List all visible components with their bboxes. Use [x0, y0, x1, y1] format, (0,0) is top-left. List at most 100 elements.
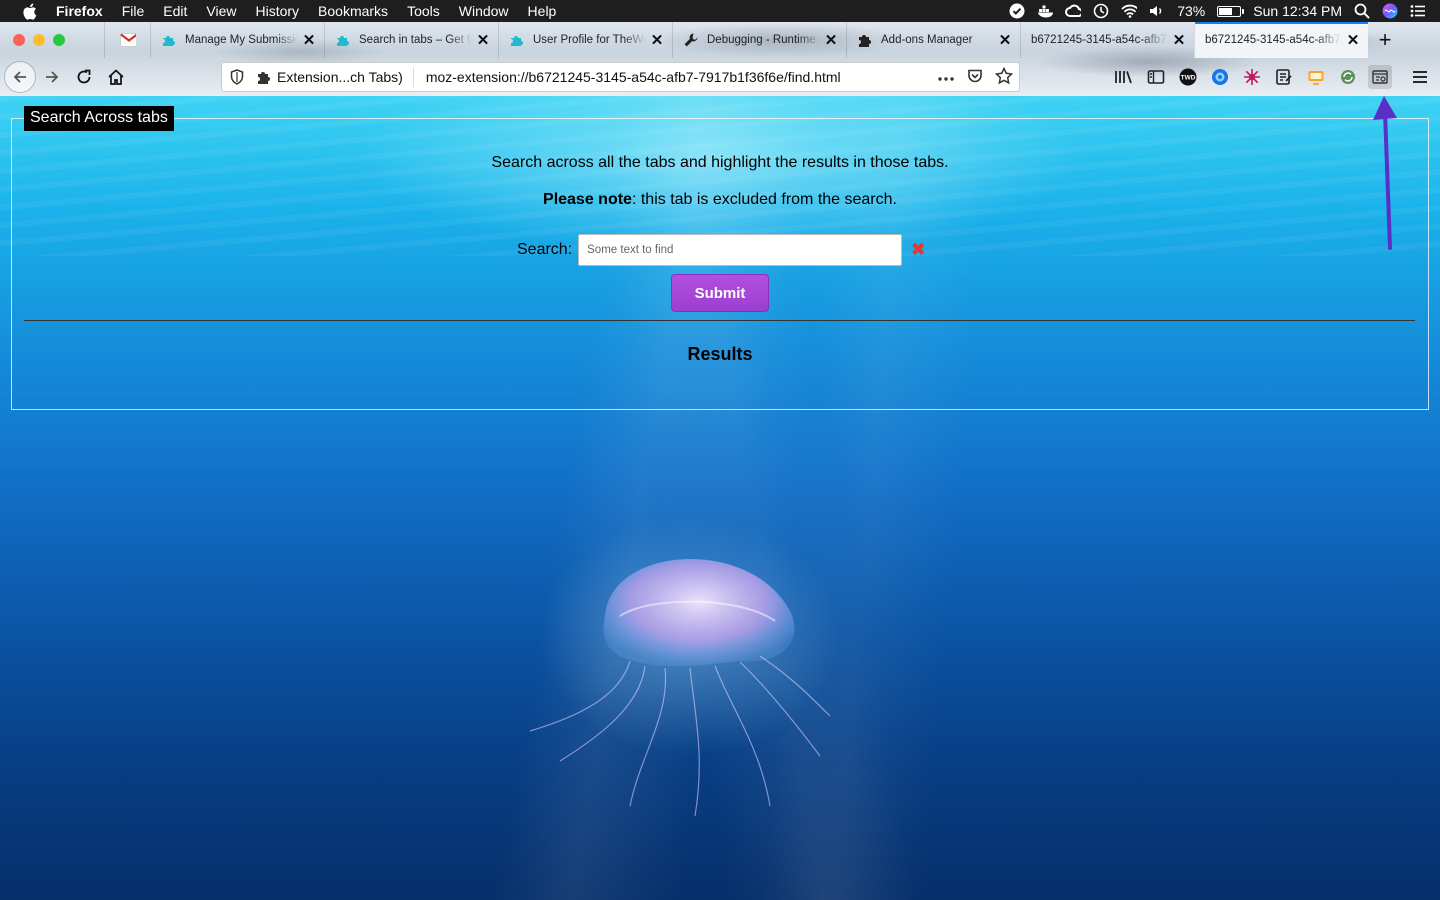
url-bar-actions	[937, 66, 1019, 88]
notes-extension-icon[interactable]	[1272, 65, 1296, 89]
arrow-right-icon	[46, 71, 59, 83]
page-actions-menu-icon[interactable]	[937, 69, 955, 85]
tab-extension-page-active[interactable]: b6721245-3145-a54c-afb7 ✕	[1194, 22, 1368, 58]
close-tab-icon[interactable]: ✕	[476, 32, 490, 49]
hamburger-menu-icon[interactable]	[1408, 65, 1432, 89]
refresh-extension-icon[interactable]	[1336, 65, 1360, 89]
menubar-status-area: 73% Sun 12:34 PM	[1009, 0, 1426, 22]
clock[interactable]: Sun 12:34 PM	[1253, 3, 1342, 19]
tab-label: User Profile for TheWebDev	[533, 34, 646, 46]
search-input[interactable]	[578, 234, 903, 266]
url-text[interactable]: moz-extension://b6721245-3145-a54c-afb7-…	[414, 69, 937, 85]
tracking-protection-shield-icon[interactable]	[222, 69, 252, 85]
annotation-arrow	[1373, 96, 1397, 250]
close-tab-icon[interactable]: ✕	[1346, 32, 1360, 49]
note-text: : this tab is excluded from the search.	[631, 191, 897, 208]
back-button[interactable]	[4, 61, 36, 93]
docker-icon[interactable]	[1037, 3, 1054, 19]
puzzle-icon	[857, 32, 873, 48]
close-tab-icon[interactable]: ✕	[998, 32, 1012, 49]
tab-label: Add-ons Manager	[881, 34, 973, 46]
tab-manage-submissions[interactable]: Manage My Submissions ✕	[150, 22, 324, 58]
window-controls	[0, 22, 104, 58]
tab-label: Manage My Submissions	[185, 34, 298, 46]
spider-extension-icon[interactable]	[1240, 65, 1264, 89]
browser-chrome: Manage My Submissions ✕ Search in tabs –…	[0, 22, 1440, 96]
reload-icon	[77, 69, 91, 84]
tab-strip: Manage My Submissions ✕ Search in tabs –…	[0, 22, 1440, 58]
close-tab-icon[interactable]: ✕	[824, 32, 838, 49]
page-description: Search across all the tabs and highlight…	[491, 154, 949, 171]
tab-user-profile[interactable]: User Profile for TheWebDev ✕	[498, 22, 672, 58]
volume-icon[interactable]	[1149, 3, 1165, 19]
apple-icon[interactable]	[20, 2, 38, 20]
puzzle-blue-icon	[509, 32, 525, 48]
notification-center-icon[interactable]	[1410, 3, 1426, 19]
home-button[interactable]	[100, 61, 132, 93]
minimize-window-button[interactable]	[33, 34, 45, 46]
creative-cloud-icon[interactable]	[1065, 3, 1082, 19]
close-tab-icon[interactable]: ✕	[650, 32, 664, 49]
tab-addons-manager[interactable]: Add-ons Manager ✕	[846, 22, 1020, 58]
menu-view[interactable]: View	[206, 3, 236, 19]
screen-extension-icon[interactable]	[1304, 65, 1328, 89]
menu-app-name[interactable]: Firefox	[56, 3, 103, 19]
reload-button[interactable]	[68, 61, 100, 93]
extension-page: Search Across tabs Search across all the…	[0, 96, 1440, 900]
submit-button[interactable]: Submit	[671, 274, 769, 312]
menu-file[interactable]: File	[122, 3, 145, 19]
new-tab-button[interactable]: +	[1368, 22, 1402, 58]
results-heading: Results	[687, 344, 753, 364]
time-machine-icon[interactable]	[1093, 3, 1109, 19]
close-tab-icon[interactable]: ✕	[1172, 32, 1186, 49]
search-label: Search:	[517, 241, 573, 258]
menu-history[interactable]: History	[255, 3, 299, 19]
search-across-tabs-extension-icon[interactable]	[1368, 65, 1392, 89]
plus-icon: +	[1378, 27, 1392, 52]
clear-search-icon[interactable]: ✖	[911, 240, 925, 260]
forward-button[interactable]	[36, 61, 68, 93]
bookmark-star-icon[interactable]	[994, 66, 1014, 88]
site-identity-label: Extension...ch Tabs)	[277, 69, 403, 85]
globe-extension-icon[interactable]	[1208, 65, 1232, 89]
tab-label: b6721245-3145-a54c-afb7	[1031, 34, 1167, 46]
url-bar[interactable]: Extension...ch Tabs) moz-extension://b67…	[221, 62, 1020, 92]
menu-help[interactable]: Help	[528, 3, 557, 19]
svg-text:TWD: TWD	[1181, 75, 1196, 82]
tab-extension-page[interactable]: b6721245-3145-a54c-afb7 ✕	[1020, 22, 1194, 58]
search-row: Search: ✖	[517, 234, 925, 266]
menu-window[interactable]: Window	[459, 3, 509, 19]
battery-icon[interactable]	[1217, 5, 1245, 17]
puzzle-icon	[258, 72, 270, 84]
page-note: Please note: this tab is excluded from t…	[0, 191, 1440, 209]
site-identity-button[interactable]: Extension...ch Tabs)	[252, 67, 414, 87]
tab-search-in-tabs[interactable]: Search in tabs – Get this Extension ✕	[324, 22, 498, 58]
wrench-icon	[683, 32, 699, 48]
zoom-window-button[interactable]	[53, 34, 65, 46]
menu-edit[interactable]: Edit	[163, 3, 187, 19]
pocket-icon[interactable]	[967, 68, 983, 87]
puzzle-blue-icon	[161, 32, 177, 48]
close-tab-icon[interactable]: ✕	[302, 32, 316, 49]
sidebar-icon[interactable]	[1144, 65, 1168, 89]
navigation-toolbar: Extension...ch Tabs) moz-extension://b67…	[0, 58, 1440, 96]
tab-label: Debugging - Runtime	[707, 34, 816, 46]
spotlight-search-icon[interactable]	[1354, 3, 1370, 19]
close-window-button[interactable]	[13, 34, 25, 46]
menu-bookmarks[interactable]: Bookmarks	[318, 3, 388, 19]
note-bold-label: Please note	[543, 191, 632, 208]
puzzle-blue-icon	[335, 32, 351, 48]
tab-label: Search in tabs – Get this Extension	[359, 34, 472, 46]
tab-gmail[interactable]	[104, 22, 150, 58]
checkmark-badge-icon[interactable]	[1009, 3, 1025, 19]
siri-icon[interactable]	[1382, 3, 1398, 19]
tab-debugging-runtime[interactable]: Debugging - Runtime ✕	[672, 22, 846, 58]
library-icon[interactable]	[1112, 65, 1136, 89]
tab-label: b6721245-3145-a54c-afb7	[1205, 34, 1341, 46]
menu-tools[interactable]: Tools	[407, 3, 440, 19]
gmail-icon	[119, 32, 136, 48]
jellyfish-image	[529, 516, 840, 817]
wifi-icon[interactable]	[1121, 3, 1138, 19]
arrow-left-icon	[13, 71, 26, 83]
twd-extension-icon[interactable]: TWD	[1176, 65, 1200, 89]
